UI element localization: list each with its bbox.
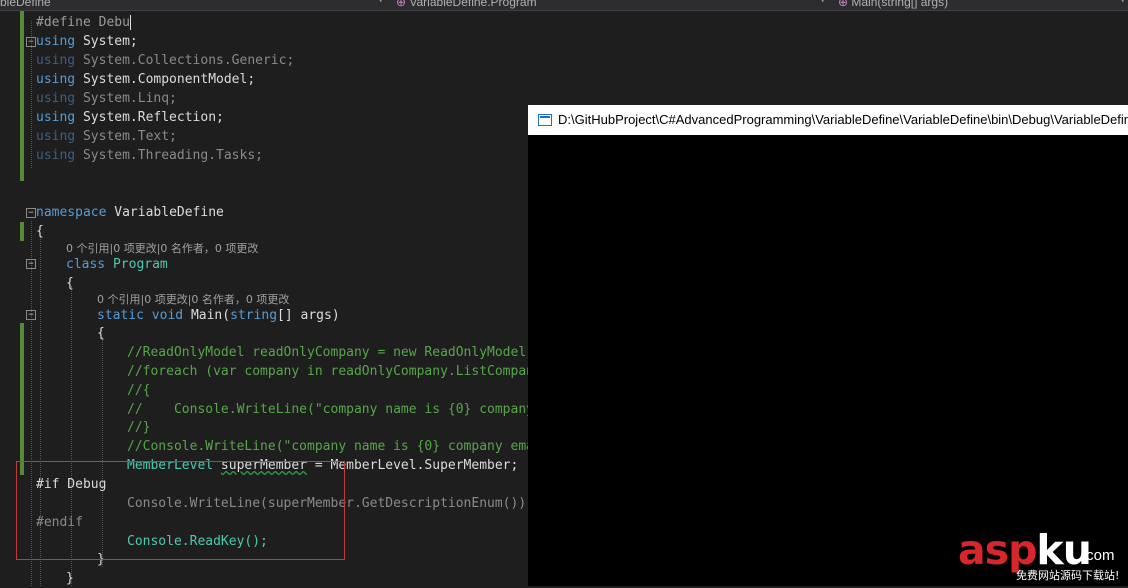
codelens-info[interactable]: 0 个引用|0 项更改|0 名作者，0 项更改 xyxy=(97,291,289,307)
void-keyword: void xyxy=(151,308,184,323)
console-titlebar[interactable]: D:\GitHubProject\C#AdvancedProgramming\V… xyxy=(528,105,1128,135)
using-namespace: System.Linq; xyxy=(82,91,177,106)
using-namespace: System.Collections.Generic; xyxy=(82,53,295,68)
using-keyword: using xyxy=(36,34,76,49)
member-dropdown[interactable]: ⊕ Main(string[] args) xyxy=(838,0,948,10)
using-keyword: using xyxy=(36,53,76,68)
class-keyword: class xyxy=(66,257,106,272)
using-keyword: using xyxy=(36,129,76,144)
comment: //} xyxy=(127,420,151,435)
comment: //Console.WriteLine("company name is {0}… xyxy=(127,439,534,454)
using-keyword: using xyxy=(36,148,76,163)
method-icon: ⊕ xyxy=(838,0,852,9)
brace: } xyxy=(66,571,74,586)
using-namespace: System; xyxy=(82,34,138,49)
text-caret xyxy=(129,15,131,30)
paren: ( xyxy=(222,308,231,323)
using-keyword: using xyxy=(36,110,76,125)
code-line: #define Debu xyxy=(0,13,1128,32)
chevron-down-icon[interactable]: ▾ xyxy=(1120,0,1125,6)
using-keyword: using xyxy=(36,91,76,106)
method-params: [] args) xyxy=(277,308,340,323)
console-window[interactable]: D:\GitHubProject\C#AdvancedProgramming\V… xyxy=(528,105,1128,586)
code-line: using System.ComponentModel; xyxy=(0,70,1128,89)
code-line: using System; xyxy=(0,32,1128,51)
string-keyword: string xyxy=(230,308,278,323)
static-keyword: static xyxy=(97,308,144,323)
watermark-logo: aspku .com 免费网站源码下载站! xyxy=(958,527,1128,586)
chevron-down-icon[interactable]: ▾ xyxy=(378,0,383,6)
namespace-keyword: namespace xyxy=(36,205,107,220)
using-namespace: System.Reflection; xyxy=(82,110,224,125)
comment: // Console.WriteLine("company name is {0… xyxy=(127,402,534,417)
using-namespace: System.Text; xyxy=(82,129,177,144)
chevron-down-icon[interactable]: ▾ xyxy=(820,0,825,6)
logo-tagline: 免费网站源码下载站! xyxy=(1016,569,1120,582)
namespace-name: VariableDefine xyxy=(114,205,224,220)
console-title: D:\GitHubProject\C#AdvancedProgramming\V… xyxy=(558,112,1128,127)
using-keyword: using xyxy=(36,72,76,87)
class-dropdown[interactable]: ⊕ VariableDefine.Program xyxy=(396,0,537,10)
logo-domain: .com xyxy=(1082,547,1115,564)
using-namespace: System.Threading.Tasks; xyxy=(82,148,263,163)
member-label: Main(string[] args) xyxy=(851,0,949,9)
console-app-icon xyxy=(538,114,552,126)
define-directive: #define Debu xyxy=(36,15,130,30)
class-label: VariableDefine.Program xyxy=(409,0,537,9)
class-name: Program xyxy=(112,257,168,272)
codelens-info[interactable]: 0 个引用|0 项更改|0 名作者，0 项更改 xyxy=(66,240,258,256)
brace: { xyxy=(97,326,105,341)
method-name: Main xyxy=(190,308,223,323)
project-label: bleDefine xyxy=(0,0,51,9)
highlight-box xyxy=(16,461,345,560)
code-line: using System.Collections.Generic; xyxy=(0,51,1128,70)
class-icon: ⊕ xyxy=(396,0,410,9)
using-namespace: System.ComponentModel; xyxy=(82,72,256,87)
comment: //ReadOnlyModel readOnlyCompany = new Re… xyxy=(127,345,542,360)
project-dropdown[interactable]: bleDefine xyxy=(0,0,51,10)
comment: //{ xyxy=(127,383,151,398)
navigation-bar: bleDefine ▾ ⊕ VariableDefine.Program ▾ ⊕… xyxy=(0,0,1128,11)
comment: //foreach (var company in readOnlyCompan… xyxy=(127,364,550,379)
brace: { xyxy=(36,224,44,239)
